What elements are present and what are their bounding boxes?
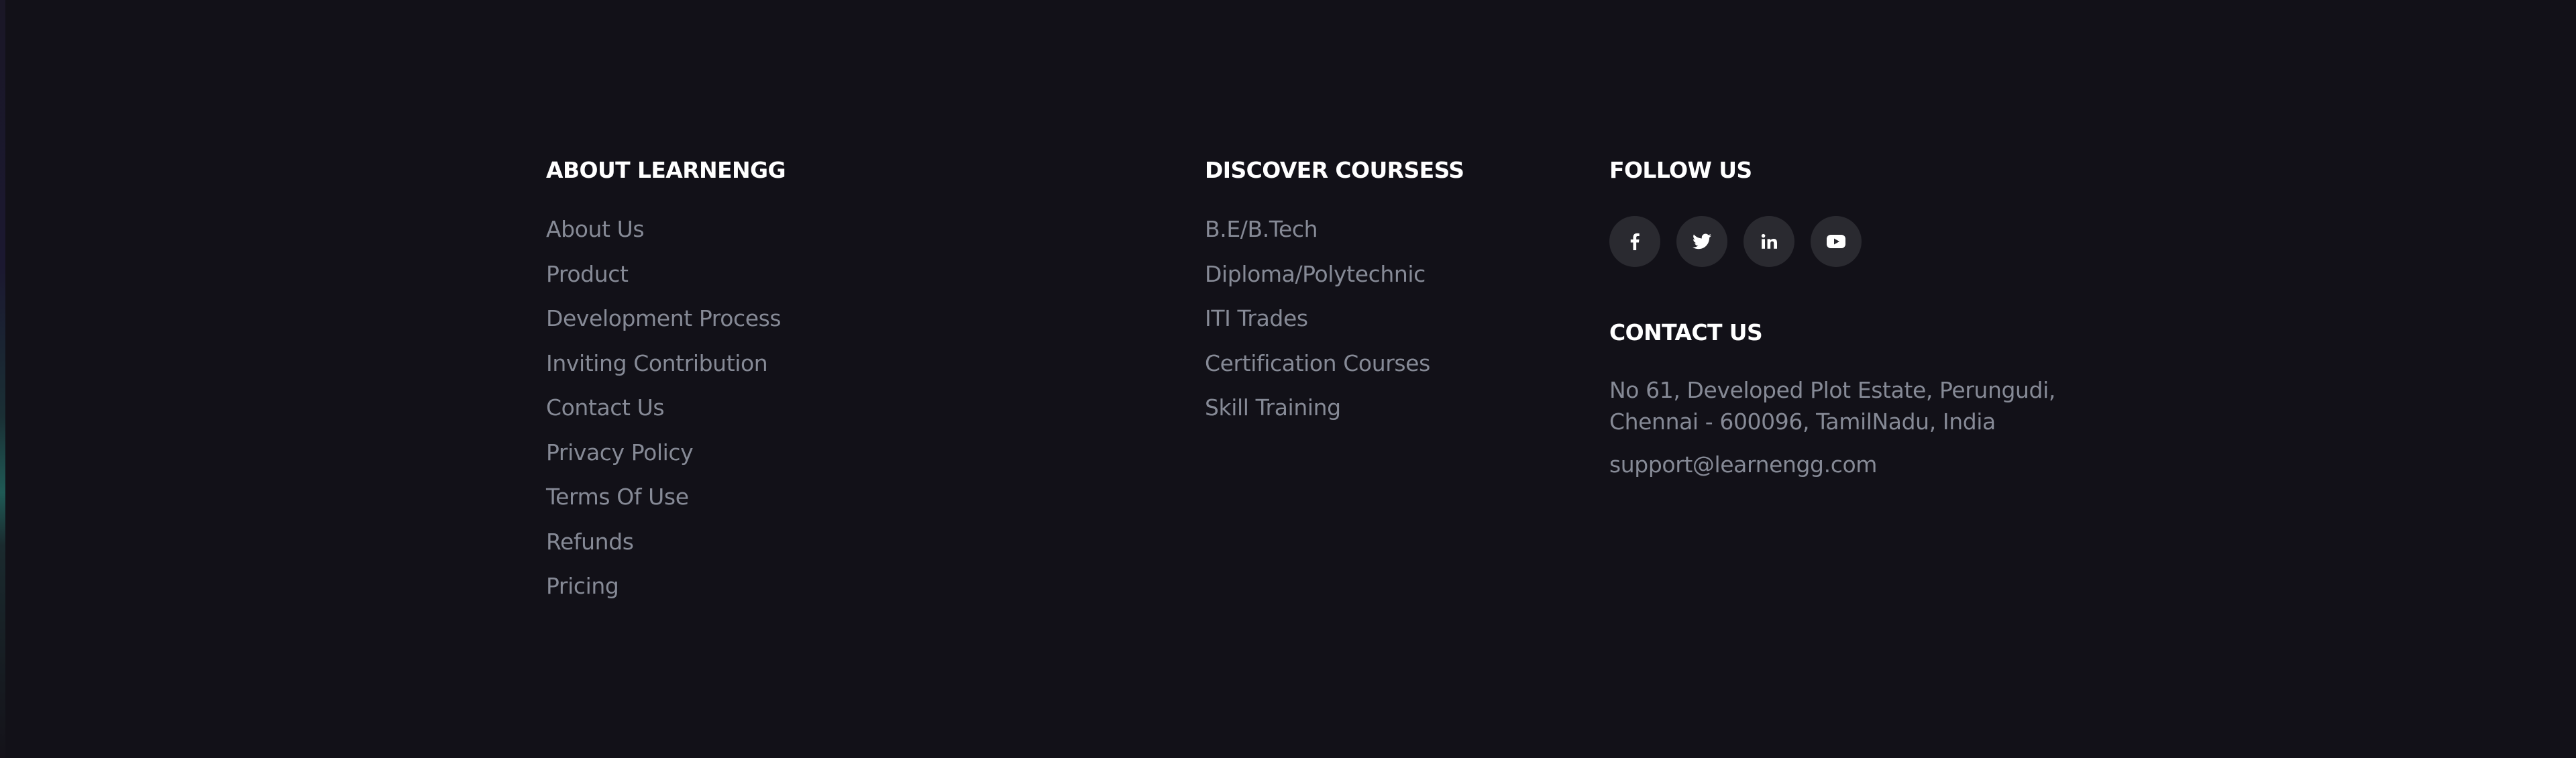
youtube-icon (1827, 235, 1845, 248)
iti-trades-link[interactable]: ITI Trades (1205, 305, 1308, 331)
list-item: Development Process (546, 305, 786, 350)
list-item: About Us (546, 216, 786, 261)
about-links: About Us Product Development Process Inv… (546, 216, 786, 618)
about-heading: ABOUT LEARNENGG (546, 157, 786, 183)
address-line-1: No 61, Developed Plot Estate, Perungudi, (1609, 377, 2055, 403)
skill-training-link[interactable]: Skill Training (1205, 394, 1341, 421)
be-btech-link[interactable]: B.E/B.Tech (1205, 216, 1318, 242)
follow-heading: FOLLOW US (1609, 157, 1752, 183)
list-item: Pricing (546, 573, 786, 618)
list-item: Certification Courses (1205, 350, 1464, 395)
diploma-polytechnic-link[interactable]: Diploma/Polytechnic (1205, 261, 1426, 287)
list-item: Product (546, 261, 786, 306)
facebook-button[interactable] (1609, 216, 1660, 267)
contact-address: No 61, Developed Plot Estate, Perungudi,… (1609, 374, 2055, 437)
contact-us-link[interactable]: Contact Us (546, 394, 665, 421)
facebook-icon (1630, 233, 1640, 250)
list-item: ITI Trades (1205, 305, 1464, 350)
footer: ABOUT LEARNENGG About Us Product Develop… (0, 0, 2576, 758)
pricing-link[interactable]: Pricing (546, 573, 619, 599)
social-links (1609, 216, 2055, 267)
discover-links: B.E/B.Tech Diploma/Polytechnic ITI Trade… (1205, 216, 1464, 439)
list-item: Diploma/Polytechnic (1205, 261, 1464, 306)
follow-column: FOLLOW US CONTACT US No 61, Developed Pl… (1609, 156, 2055, 480)
left-edge-strip (0, 0, 5, 758)
list-item: B.E/B.Tech (1205, 216, 1464, 261)
certification-courses-link[interactable]: Certification Courses (1205, 350, 1430, 376)
about-column: ABOUT LEARNENGG About Us Product Develop… (546, 156, 786, 618)
list-item: Inviting Contribution (546, 350, 786, 395)
list-item: Refunds (546, 529, 786, 574)
terms-of-use-link[interactable]: Terms Of Use (546, 484, 689, 510)
about-us-link[interactable]: About Us (546, 216, 645, 242)
twitter-icon (1693, 233, 1711, 250)
contact-email-link[interactable]: support@learnengg.com (1609, 449, 2055, 480)
list-item: Privacy Policy (546, 439, 786, 484)
discover-column: DISCOVER COURSESS B.E/B.Tech Diploma/Pol… (1205, 156, 1464, 439)
linkedin-button[interactable] (1743, 216, 1794, 267)
list-item: Terms Of Use (546, 484, 786, 529)
linkedin-icon (1761, 233, 1777, 249)
privacy-policy-link[interactable]: Privacy Policy (546, 439, 694, 466)
twitter-button[interactable] (1676, 216, 1727, 267)
product-link[interactable]: Product (546, 261, 629, 287)
youtube-button[interactable] (1811, 216, 1862, 267)
list-item: Contact Us (546, 394, 786, 439)
contact-heading: CONTACT US (1609, 319, 1763, 345)
inviting-contribution-link[interactable]: Inviting Contribution (546, 350, 768, 376)
development-process-link[interactable]: Development Process (546, 305, 782, 331)
address-line-2: Chennai - 600096, TamilNadu, India (1609, 409, 1996, 435)
discover-heading: DISCOVER COURSESS (1205, 157, 1464, 183)
refunds-link[interactable]: Refunds (546, 529, 634, 555)
list-item: Skill Training (1205, 394, 1464, 439)
